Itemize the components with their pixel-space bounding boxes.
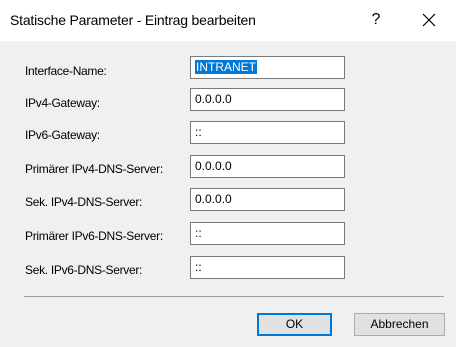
ok-button[interactable]: OK (257, 313, 332, 336)
close-icon (422, 13, 436, 27)
primary-ipv6-dns-label: Primärer IPv6-DNS-Server: (25, 229, 163, 243)
secondary-ipv4-dns-field[interactable]: 0.0.0.0 (190, 188, 345, 211)
primary-ipv4-dns-field[interactable]: 0.0.0.0 (190, 155, 345, 178)
close-button[interactable] (415, 5, 445, 35)
separator (24, 296, 444, 297)
ipv6-gateway-label: IPv6-Gateway: (25, 128, 100, 142)
help-button[interactable]: ? (362, 5, 390, 35)
primary-ipv4-dns-label: Primärer IPv4-DNS-Server: (25, 162, 163, 176)
secondary-ipv6-dns-label: Sek. IPv6-DNS-Server: (25, 263, 143, 277)
title-bar: Statische Parameter - Eintrag bearbeiten… (0, 0, 456, 41)
interface-name-label: Interface-Name: (25, 64, 107, 78)
interface-name-field[interactable]: INTRANET (190, 56, 345, 79)
secondary-ipv6-dns-field[interactable]: :: (190, 256, 345, 279)
window-title: Statische Parameter - Eintrag bearbeiten (10, 12, 256, 28)
ipv4-gateway-label: IPv4-Gateway: (25, 96, 100, 110)
primary-ipv6-dns-field[interactable]: :: (190, 222, 345, 245)
interface-name-value: INTRANET (195, 60, 257, 74)
secondary-ipv4-dns-label: Sek. IPv4-DNS-Server: (25, 195, 143, 209)
cancel-button[interactable]: Abbrechen (354, 313, 445, 336)
ipv4-gateway-field[interactable]: 0.0.0.0 (190, 88, 345, 111)
ipv6-gateway-field[interactable]: :: (190, 121, 345, 144)
